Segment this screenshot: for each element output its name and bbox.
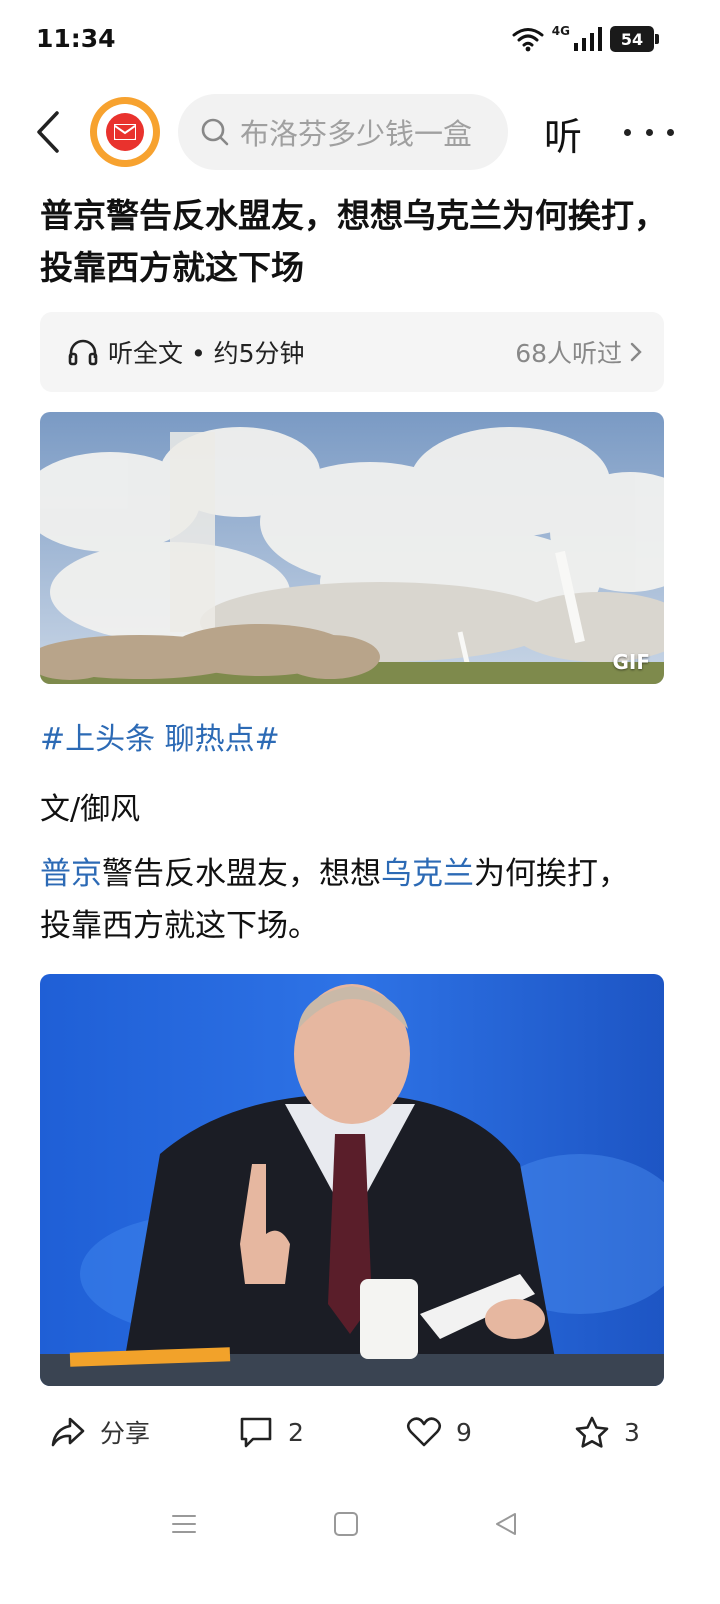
home-button[interactable]: [328, 1506, 364, 1542]
favorite-button[interactable]: 3: [574, 1404, 640, 1460]
article-photo[interactable]: [40, 974, 664, 1386]
recent-apps-button[interactable]: [166, 1506, 202, 1542]
missile-launch-image: [40, 412, 664, 684]
article-title: 普京警告反水盟友，想想乌克兰为何挨打，投靠西方就这下场: [40, 196, 667, 287]
top-nav: 布洛芬多少钱一盒 听: [0, 92, 720, 172]
headphones-icon: [68, 339, 98, 366]
listen-count: 68人听过: [515, 339, 622, 368]
heart-icon: [406, 1417, 442, 1447]
press-conference-image: [40, 974, 664, 1386]
app-logo[interactable]: [90, 97, 160, 167]
back-chevron-icon: [37, 111, 59, 153]
signal-icon: [574, 27, 602, 51]
comment-button[interactable]: 2: [238, 1404, 304, 1460]
like-count: 9: [456, 1417, 472, 1447]
more-dot: [667, 128, 674, 136]
search-input[interactable]: 布洛芬多少钱一盒: [178, 94, 508, 170]
article-byline: 文/御风: [40, 792, 141, 827]
status-icons: 4G 54: [512, 24, 659, 52]
entity-link-putin[interactable]: 普京: [40, 856, 102, 892]
network-type-label: 4G: [551, 24, 570, 38]
battery-indicator: 54: [610, 26, 659, 52]
more-dot: [645, 128, 653, 136]
share-label: 分享: [100, 1419, 151, 1448]
wifi-icon: [512, 28, 544, 52]
back-triangle-icon: [496, 1513, 516, 1535]
system-nav-bar: [0, 1494, 720, 1554]
entity-link-ukraine[interactable]: 乌克兰: [381, 856, 474, 892]
listen-button[interactable]: 听: [544, 106, 582, 161]
star-icon: [575, 1416, 609, 1448]
share-button[interactable]: 分享: [50, 1404, 150, 1460]
home-square-icon: [334, 1512, 358, 1536]
favorite-count: 3: [624, 1417, 640, 1447]
back-button[interactable]: [28, 106, 68, 158]
search-placeholder: 布洛芬多少钱一盒: [240, 117, 473, 151]
action-bar: 分享 2 9 3: [0, 1404, 720, 1460]
logo-envelope-icon: [106, 113, 144, 151]
chevron-right-icon: [630, 342, 642, 362]
paragraph-text: 警告反水盟友，想想: [102, 856, 381, 892]
menu-icon: [172, 1515, 196, 1533]
article-paragraph: 普京警告反水盟友，想想乌克兰为何挨打，投靠西方就这下场。: [40, 848, 640, 952]
listen-full-text-bar[interactable]: 听全文 • 约5分钟 68人听过: [40, 312, 664, 392]
more-button[interactable]: [624, 110, 674, 154]
system-back-button[interactable]: [488, 1506, 524, 1542]
listen-full-label: 听全文 • 约5分钟: [108, 339, 305, 368]
search-icon: [201, 118, 229, 146]
more-dot: [624, 128, 631, 136]
comment-icon: [240, 1417, 272, 1448]
comment-count: 2: [288, 1417, 304, 1447]
like-button[interactable]: 9: [406, 1404, 472, 1460]
article-gif-image[interactable]: GIF: [40, 412, 664, 684]
status-bar: 11:34 4G 54: [0, 0, 720, 82]
gif-badge: GIF: [612, 650, 650, 674]
status-time: 11:34: [36, 24, 116, 53]
hashtag-link[interactable]: #上头条 聊热点#: [40, 714, 280, 758]
share-icon: [51, 1417, 85, 1447]
